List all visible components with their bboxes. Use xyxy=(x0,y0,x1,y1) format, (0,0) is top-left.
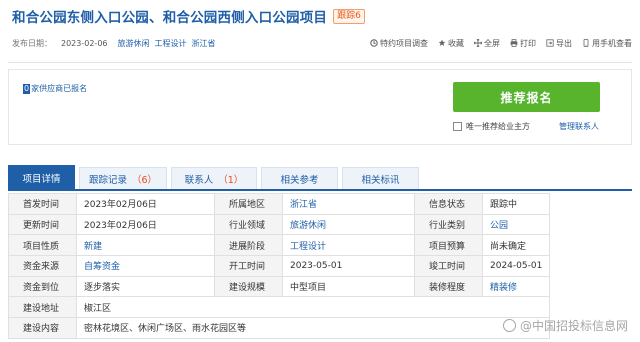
table-row: 资金到位 逐步落实 建设规模 中型项目 装修程度 精装修 xyxy=(8,275,551,298)
tab-tracking-records[interactable]: 跟踪记录 （6） xyxy=(79,167,167,189)
phone-view-label: 用手机查看 xyxy=(592,38,632,48)
watermark: @中国招投标信息网 xyxy=(502,317,628,334)
field-label: 建设规模 xyxy=(214,275,283,298)
favorite-button[interactable]: 收藏 xyxy=(438,38,464,49)
table-row: 建设地址 椒江区 xyxy=(8,296,551,319)
print-button[interactable]: 打印 xyxy=(510,38,536,49)
field-label: 项目性质 xyxy=(8,234,77,257)
field-value: 密林花境区、休闲广场区、雨水花园区等 xyxy=(75,317,551,339)
survey-label: 特约项目调查 xyxy=(380,38,428,48)
field-value: 逐步落实 xyxy=(76,275,215,298)
field-value: 2023年02月06日 xyxy=(76,193,215,215)
fullscreen-icon xyxy=(474,39,482,47)
tab-label: 跟踪记录 xyxy=(88,174,127,186)
recommend-signup-button[interactable]: 推荐报名 xyxy=(453,82,600,112)
follow-badge[interactable]: 跟踪6 xyxy=(333,8,365,24)
field-value: 中型项目 xyxy=(282,275,415,298)
tab-project-details[interactable]: 项目详情 xyxy=(8,165,75,189)
manage-contacts-link[interactable]: 管理联系人 xyxy=(559,121,599,132)
print-label: 打印 xyxy=(520,38,536,48)
page-title: 和合公园东侧入口公园、和合公园西侧入口公园项目 xyxy=(12,10,328,26)
fullscreen-button[interactable]: 全屏 xyxy=(474,38,500,49)
field-label: 建设内容 xyxy=(8,317,77,339)
field-value[interactable]: 精装修 xyxy=(481,275,551,298)
field-value: 2023年02月06日 xyxy=(76,213,215,236)
only-recommend-option: 唯一推荐给业主方 xyxy=(453,121,530,132)
title-row: 和合公园东侧入口公园、和合公园西侧入口公园项目 跟踪6 xyxy=(12,6,365,26)
tag-link[interactable]: 浙江省 xyxy=(192,38,216,49)
field-value: 跟踪中 xyxy=(481,193,551,215)
field-label: 所属地区 xyxy=(214,193,283,215)
field-value[interactable]: 旅游休闲 xyxy=(282,213,415,236)
tab-label: 相关参考 xyxy=(280,174,319,186)
registered-text: 家供应商已报名 xyxy=(31,84,88,93)
phone-icon xyxy=(583,39,589,47)
tab-label: 相关标讯 xyxy=(361,174,400,186)
field-label: 进展阶段 xyxy=(214,234,283,257)
field-label: 更新时间 xyxy=(8,213,77,236)
action-bar: 特约项目调查 收藏 全屏 打印 导出 用手机查看 xyxy=(370,38,632,49)
only-recommend-checkbox[interactable] xyxy=(453,122,462,131)
tab-related-bids[interactable]: 相关标讯 xyxy=(342,167,419,189)
tab-label: 项目详情 xyxy=(22,173,61,185)
tab-count: （6） xyxy=(131,174,158,186)
table-row: 资金来源 自筹资金 开工时间 2023-05-01 竣工时间 2024-05-01 xyxy=(8,255,551,277)
publish-date: 2023-02-06 xyxy=(61,38,108,48)
field-value: 2023-05-01 xyxy=(282,255,415,277)
export-icon xyxy=(546,39,554,47)
star-icon xyxy=(438,39,446,46)
favorite-label: 收藏 xyxy=(448,38,464,48)
field-label: 装修程度 xyxy=(414,275,483,298)
field-value[interactable]: 浙江省 xyxy=(282,193,415,215)
meta-row: 发布日期： 2023-02-06 旅游休闲 工程设计 浙江省 特约项目调查 收藏… xyxy=(12,36,632,50)
field-label: 行业领域 xyxy=(214,213,283,236)
phone-view-button[interactable]: 用手机查看 xyxy=(582,38,632,49)
watermark-logo-icon xyxy=(502,319,516,332)
field-label: 竣工时间 xyxy=(414,255,483,277)
registered-suppliers[interactable]: 0 家供应商已报名 xyxy=(23,83,87,94)
tab-count: （1） xyxy=(218,174,244,186)
only-recommend-label: 唯一推荐给业主方 xyxy=(466,122,530,131)
table-row: 建设内容 密林花境区、休闲广场区、雨水花园区等 xyxy=(8,317,551,339)
tag-link[interactable]: 工程设计 xyxy=(155,38,187,49)
field-value[interactable]: 新建 xyxy=(76,234,215,257)
fullscreen-label: 全屏 xyxy=(484,38,500,48)
field-value: 2024-05-01 xyxy=(481,255,551,277)
tab-contacts[interactable]: 联系人 （1） xyxy=(171,167,257,189)
field-value[interactable]: 自筹资金 xyxy=(76,255,215,277)
field-value[interactable]: 公园 xyxy=(481,213,551,236)
print-icon xyxy=(510,39,518,47)
field-label: 开工时间 xyxy=(214,255,283,277)
field-label: 信息状态 xyxy=(414,193,483,215)
tag-link[interactable]: 旅游休闲 xyxy=(118,38,150,49)
field-label: 资金来源 xyxy=(8,255,77,277)
field-label: 建设地址 xyxy=(8,296,77,319)
field-value: 尚未确定 xyxy=(481,234,551,257)
field-label: 行业类别 xyxy=(414,213,483,236)
field-label: 首发时间 xyxy=(8,193,77,215)
survey-button[interactable]: 特约项目调查 xyxy=(370,38,428,49)
field-value[interactable]: 工程设计 xyxy=(282,234,415,257)
divider xyxy=(8,62,632,63)
export-label: 导出 xyxy=(556,38,572,48)
export-button[interactable]: 导出 xyxy=(546,38,572,49)
watermark-text: @中国招投标信息网 xyxy=(519,319,628,333)
signup-panel: 0 家供应商已报名 推荐报名 唯一推荐给业主方 管理联系人 xyxy=(8,69,632,145)
table-row: 项目性质 新建 进展阶段 工程设计 项目预算 尚未确定 xyxy=(8,234,551,257)
table-row: 首发时间 2023年02月06日 所属地区 浙江省 信息状态 跟踪中 xyxy=(8,193,551,215)
detail-tabs: 项目详情 跟踪记录 （6） 联系人 （1） 相关参考 相关标讯 xyxy=(8,165,632,191)
project-details-table: 首发时间 2023年02月06日 所属地区 浙江省 信息状态 跟踪中 更新时间 2023年02… xyxy=(8,193,551,339)
field-label: 项目预算 xyxy=(414,234,483,257)
field-value: 椒江区 xyxy=(75,296,551,319)
field-label: 资金到位 xyxy=(8,275,77,298)
tab-label: 联系人 xyxy=(184,174,214,186)
publish-date-label: 发布日期： xyxy=(12,38,52,48)
survey-icon xyxy=(370,39,378,47)
registered-count: 0 xyxy=(23,83,31,94)
table-row: 更新时间 2023年02月06日 行业领域 旅游休闲 行业类别 公园 xyxy=(8,213,551,236)
tab-related-references[interactable]: 相关参考 xyxy=(261,167,338,189)
